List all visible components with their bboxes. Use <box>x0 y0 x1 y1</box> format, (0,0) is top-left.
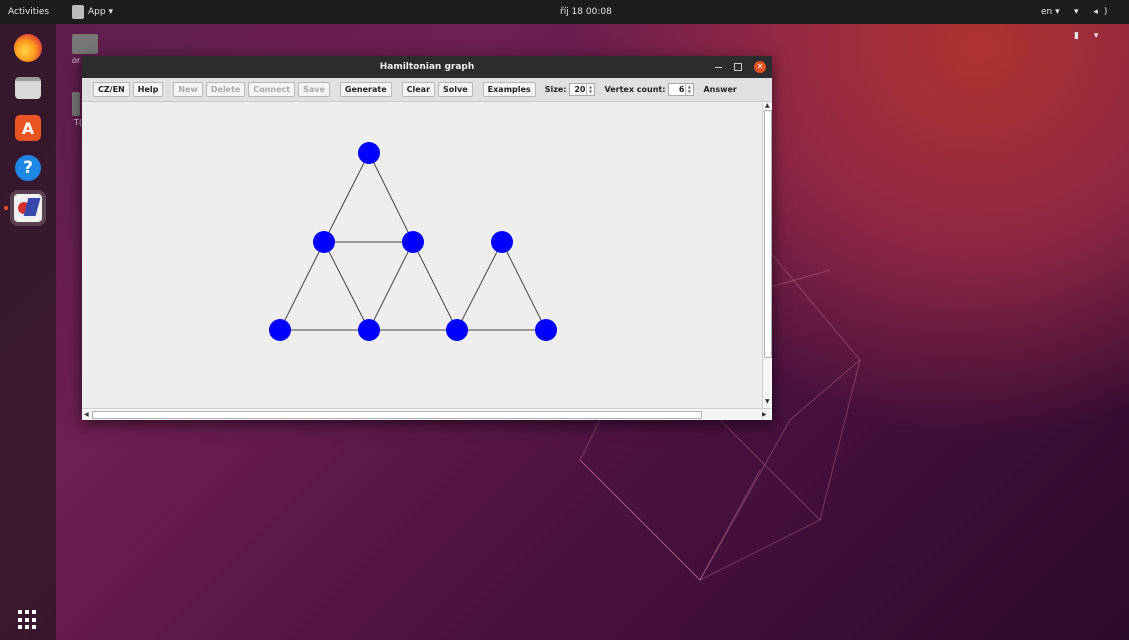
spinner-arrows-icon[interactable]: ▲ ▼ <box>586 84 593 95</box>
graph-vertex[interactable] <box>269 319 291 341</box>
desktop-icon-label: T( <box>74 118 83 127</box>
vertical-scrollbar[interactable]: ▲ ▼ <box>762 102 772 408</box>
graph-vertex[interactable] <box>402 231 424 253</box>
graph-edge <box>368 241 414 331</box>
dock: A ? <box>0 24 56 640</box>
graph-edge <box>368 152 414 243</box>
graph-canvas[interactable] <box>82 102 762 408</box>
system-tray[interactable]: ▾ ◂) ▮ ▾ <box>1074 0 1129 48</box>
new-button[interactable]: New <box>173 82 203 97</box>
answer-label: Answer <box>703 85 737 94</box>
dock-software[interactable]: A <box>10 110 46 146</box>
toolbar: CZ/EN Help New Delete Connect Save Gener… <box>82 78 772 102</box>
activities-button[interactable]: Activities <box>8 0 49 24</box>
size-label: Size: <box>544 85 567 94</box>
graph-svg[interactable] <box>82 102 762 408</box>
language-button[interactable]: CZ/EN <box>93 82 130 97</box>
java-app-icon <box>14 194 42 222</box>
hamiltonian-graph-window: Hamiltonian graph ✕ CZ/EN Help New Delet… <box>82 56 772 420</box>
files-icon <box>15 77 41 99</box>
scroll-up-icon[interactable]: ▲ <box>765 102 770 109</box>
help-icon: ? <box>15 155 41 181</box>
generate-button[interactable]: Generate <box>339 82 392 97</box>
maximize-icon[interactable] <box>734 63 742 71</box>
graph-edge <box>323 152 370 243</box>
size-spinner[interactable]: 20 ▲ ▼ <box>569 83 596 96</box>
graph-vertex[interactable] <box>358 319 380 341</box>
connect-button[interactable]: Connect <box>248 82 296 97</box>
help-button[interactable]: Help <box>132 82 164 97</box>
spinner-arrows-icon[interactable]: ▲ ▼ <box>685 84 692 95</box>
language-indicator[interactable]: en ▾ <box>1041 0 1060 24</box>
home-folder-icon[interactable] <box>72 34 98 54</box>
graph-edge <box>279 241 325 331</box>
trash-icon[interactable] <box>72 92 80 116</box>
app-menu-label: App ▾ <box>88 7 113 17</box>
desktop-icon-label: or <box>72 56 81 65</box>
close-icon[interactable]: ✕ <box>754 61 766 73</box>
size-value: 20 <box>574 85 586 94</box>
scroll-left-icon[interactable]: ◀ <box>84 411 89 418</box>
window-titlebar[interactable]: Hamiltonian graph ✕ <box>82 56 772 78</box>
graph-vertex[interactable] <box>535 319 557 341</box>
graph-vertex[interactable] <box>491 231 513 253</box>
firefox-icon <box>14 34 42 62</box>
graph-edge <box>501 241 547 331</box>
delete-button[interactable]: Delete <box>205 82 246 97</box>
running-indicator <box>4 206 8 210</box>
dock-firefox[interactable] <box>10 30 46 66</box>
app-icon <box>72 5 84 19</box>
dock-help[interactable]: ? <box>10 150 46 186</box>
solve-button[interactable]: Solve <box>438 82 473 97</box>
dock-files[interactable] <box>10 70 46 106</box>
horizontal-scrollbar[interactable]: ◀ ▶ <box>82 408 772 420</box>
vertex-count-value: 6 <box>678 85 685 94</box>
graph-vertex[interactable] <box>446 319 468 341</box>
graph-edge <box>323 241 370 331</box>
vertex-count-spinner[interactable]: 6 ▲ ▼ <box>668 83 695 96</box>
show-applications-icon[interactable] <box>18 610 38 630</box>
software-store-icon: A <box>15 115 41 141</box>
graph-vertex[interactable] <box>358 142 380 164</box>
app-menu[interactable]: App ▾ <box>72 0 113 24</box>
window-title: Hamiltonian graph <box>379 62 475 72</box>
scroll-right-icon[interactable]: ▶ <box>762 411 767 418</box>
graph-vertex[interactable] <box>313 231 335 253</box>
minimize-icon[interactable] <box>715 66 722 68</box>
top-bar: Activities App ▾ říj 18 00:08 en ▾ ▾ ◂) … <box>0 0 1129 41</box>
vertex-count-label: Vertex count: <box>604 85 666 94</box>
horizontal-scroll-thumb[interactable] <box>92 411 702 419</box>
save-button[interactable]: Save <box>298 82 330 97</box>
clear-button[interactable]: Clear <box>401 82 436 97</box>
graph-edge <box>412 241 458 331</box>
vertical-scroll-thumb[interactable] <box>764 110 772 358</box>
scroll-down-icon[interactable]: ▼ <box>765 398 770 405</box>
clock[interactable]: říj 18 00:08 <box>560 0 612 24</box>
examples-button[interactable]: Examples <box>482 82 536 97</box>
graph-edge <box>456 241 503 331</box>
dock-java-app[interactable] <box>10 190 46 226</box>
